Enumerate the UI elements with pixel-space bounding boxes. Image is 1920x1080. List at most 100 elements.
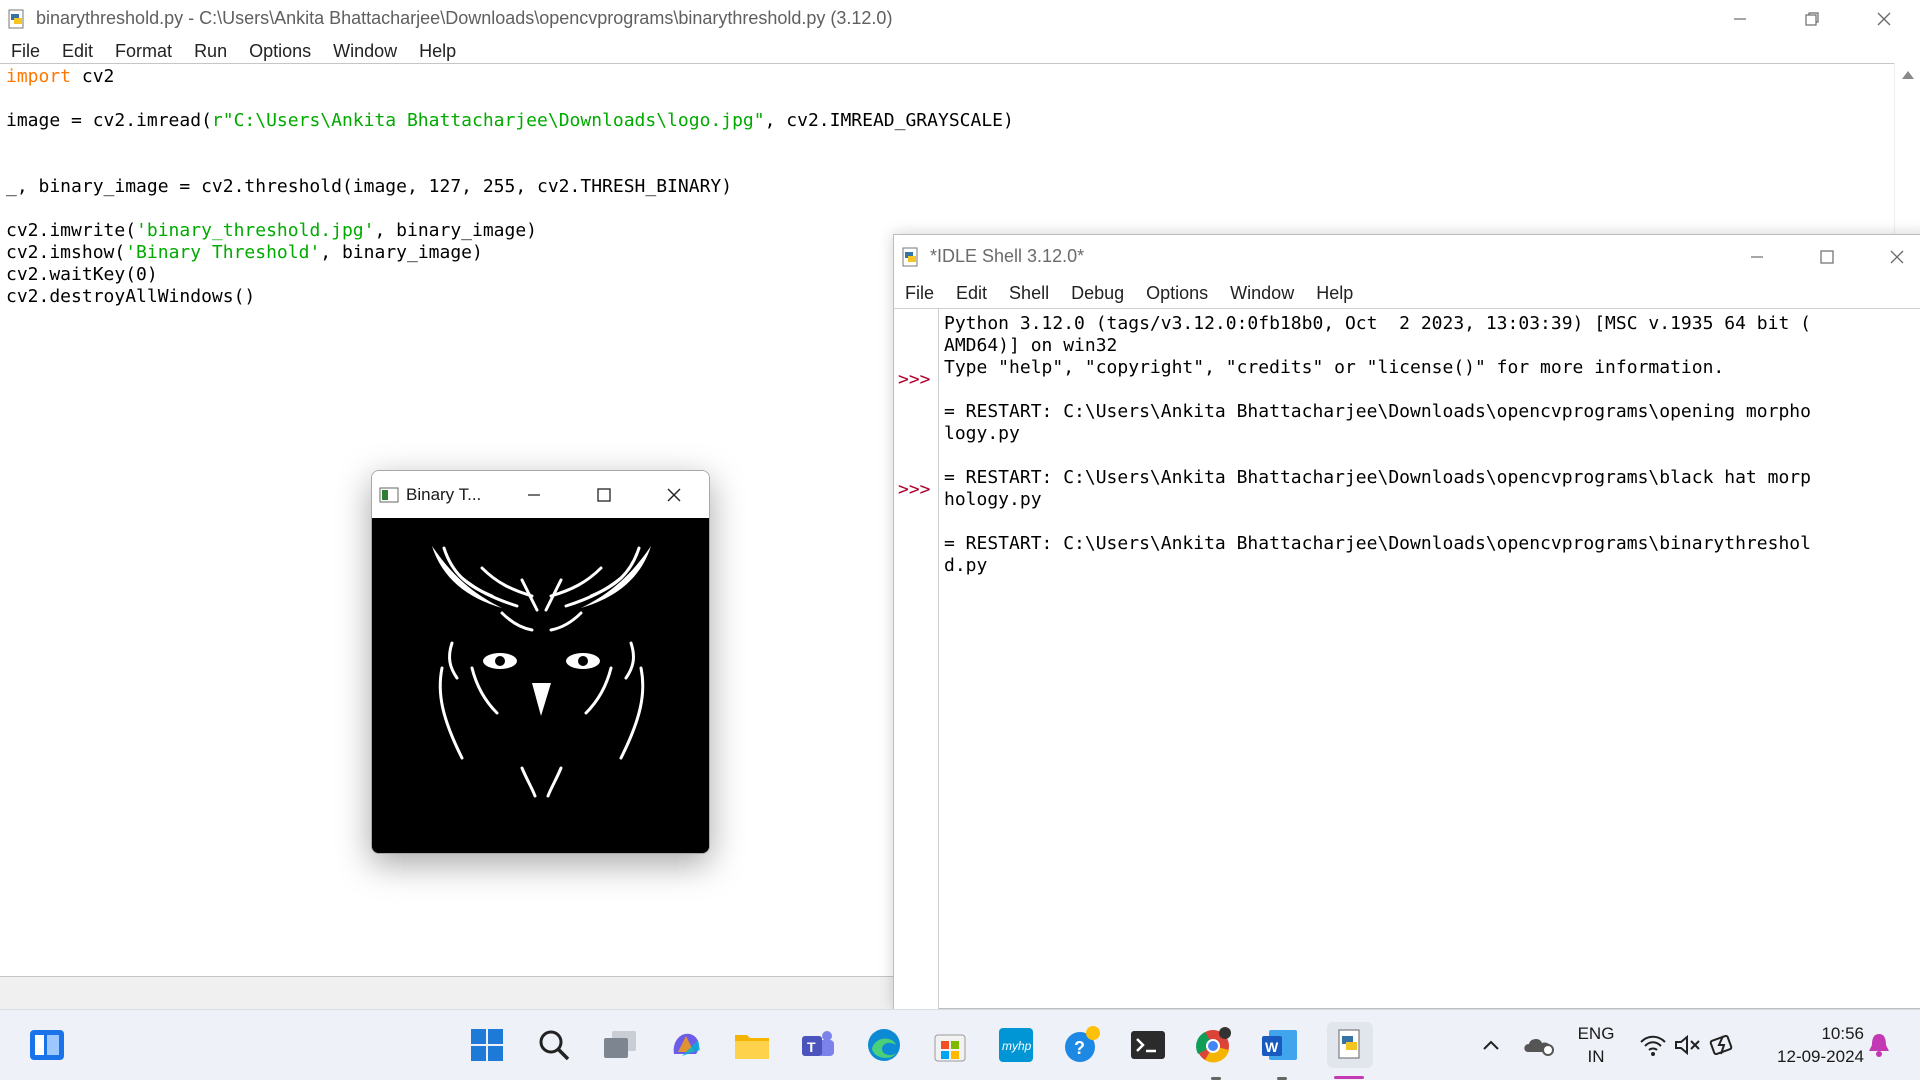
shell-line: Python 3.12.0 (tags/v3.12.0:0fb18b0, Oct… [944,313,1811,334]
menu-run[interactable]: Run [194,41,227,62]
code-line: cv2.imshow('Binary Threshold', binary_im… [6,242,1014,264]
shell-menu-options[interactable]: Options [1146,283,1208,304]
shell-menu-divider [894,308,1920,309]
chrome-icon[interactable] [1195,1026,1233,1064]
start-windows-icon[interactable] [468,1026,506,1064]
svg-text:myhp: myhp [1002,1039,1032,1053]
wifi-icon[interactable] [1634,1026,1672,1064]
shell-line: ​ [944,445,1920,467]
region-code: IN [1587,1047,1605,1066]
image-window-title: Binary T... [406,484,482,504]
svg-text:W: W [1265,1039,1279,1055]
owl-binary-image [372,518,709,853]
code-line: cv2.waitKey(0) [6,264,1014,286]
shell-prompt: >>> [898,369,931,390]
terminal-icon[interactable] [1129,1026,1167,1064]
language-indicator[interactable]: ENG IN [1568,1022,1624,1068]
clock[interactable]: 10:56 12-09-2024 [1754,1022,1864,1068]
shell-menu-debug[interactable]: Debug [1071,283,1124,304]
editor-titlebar[interactable]: binarythreshold.py - C:\Users\Ankita Bha… [0,0,1920,37]
search-icon[interactable] [535,1026,573,1064]
code-text: , cv2.IMREAD_GRAYSCALE) [764,110,1014,131]
language-code: ENG [1577,1024,1615,1043]
code-string: r"C:\Users\Ankita Bhattacharjee\Download… [211,110,765,131]
menu-divider [0,63,1894,64]
restore-button[interactable] [1776,0,1848,37]
shell-titlebar[interactable]: *IDLE Shell 3.12.0* [894,235,1920,278]
code-line: cv2.destroyAllWindows() [6,286,1014,308]
speaker-muted-icon[interactable] [1668,1026,1706,1064]
image-window-icon [378,484,400,506]
shell-maximize-button[interactable] [1792,235,1862,278]
shell-line: = RESTART: C:\Users\Ankita Bhattacharjee… [944,533,1811,554]
shell-line: AMD64)] on win32 [944,335,1118,356]
shell-prompt: >>> [898,479,931,500]
shell-line: = RESTART: C:\Users\Ankita Bhattacharjee… [944,467,1811,488]
code-editor[interactable]: import cv2​image = cv2.imread(r"C:\Users… [6,66,1014,308]
myhp-icon[interactable]: myhp [997,1026,1035,1064]
copilot-icon[interactable] [667,1026,705,1064]
battery-charging-icon[interactable] [1705,1026,1743,1064]
menu-window[interactable]: Window [333,41,397,62]
shell-minimize-button[interactable] [1722,235,1792,278]
file-explorer-icon[interactable] [733,1026,771,1064]
shell-line: logy.py [944,423,1020,444]
code-keyword: import [6,66,72,87]
image-close-button[interactable] [639,471,709,518]
shell-menu-help[interactable]: Help [1316,283,1353,304]
clock-date: 12-09-2024 [1777,1047,1864,1066]
microsoft-store-icon[interactable] [931,1026,969,1064]
chevron-up-icon[interactable] [1472,1026,1510,1064]
python-shell-icon [900,246,922,268]
code-line: _, binary_image = cv2.threshold(image, 1… [6,176,1014,198]
menu-help[interactable]: Help [419,41,456,62]
shell-menu-shell[interactable]: Shell [1009,283,1049,304]
idle-python-icon[interactable] [1327,1022,1373,1068]
scroll-up-arrow-icon[interactable] [1902,71,1914,79]
image-minimize-button[interactable] [499,471,569,518]
editor-menubar: File Edit Format Run Options Window Help [0,37,467,66]
code-line: ​ [6,88,1014,110]
shell-menu-file[interactable]: File [905,283,934,304]
image-window-titlebar[interactable]: Binary T... [372,471,709,518]
shell-close-button[interactable] [1862,235,1920,278]
code-line: import cv2 [6,66,1014,88]
code-line: ​ [6,154,1014,176]
notification-bell-icon[interactable] [1860,1026,1898,1064]
shell-line: ​ [944,379,1920,401]
menu-file[interactable]: File [11,41,40,62]
minimize-button[interactable] [1704,0,1776,37]
teams-icon[interactable]: T [799,1026,837,1064]
binary-threshold-window: Binary T... [371,470,710,854]
word-icon[interactable]: W [1261,1026,1299,1064]
shell-menubar: File Edit Shell Debug Options Window Hel… [894,278,1364,308]
code-text: , binary_image) [374,220,538,241]
close-button[interactable] [1848,0,1920,37]
shell-title: *IDLE Shell 3.12.0* [930,246,1085,266]
code-text: cv2.imshow( [6,242,126,263]
code-text: cv2.waitKey(0) [6,264,158,285]
edge-icon[interactable] [865,1026,903,1064]
image-maximize-button[interactable] [569,471,639,518]
shell-menu-edit[interactable]: Edit [956,283,987,304]
task-view-icon[interactable] [601,1026,639,1064]
widgets-icon[interactable] [28,1026,66,1064]
shell-output[interactable]: Python 3.12.0 (tags/v3.12.0:0fb18b0, Oct… [944,313,1920,577]
code-line: ​ [6,198,1014,220]
python-file-icon [6,8,28,30]
get-help-icon[interactable]: ? [1063,1026,1101,1064]
code-string: 'Binary Threshold' [125,242,321,263]
onedrive-icon[interactable] [1520,1026,1558,1064]
code-text: image = cv2.imread( [6,110,212,131]
code-line: image = cv2.imread(r"C:\Users\Ankita Bha… [6,110,1014,132]
shell-line: Type "help", "copyright", "credits" or "… [944,357,1725,378]
svg-text:T: T [807,1039,816,1055]
shell-menu-window[interactable]: Window [1230,283,1294,304]
code-text: , binary_image) [320,242,483,263]
menu-edit[interactable]: Edit [62,41,93,62]
shell-prompt-gutter: >>> >>> [894,309,939,1009]
menu-format[interactable]: Format [115,41,172,62]
clock-time: 10:56 [1821,1024,1864,1043]
code-text: _, binary_image = cv2.threshold(image, 1… [6,176,733,197]
menu-options[interactable]: Options [249,41,311,62]
